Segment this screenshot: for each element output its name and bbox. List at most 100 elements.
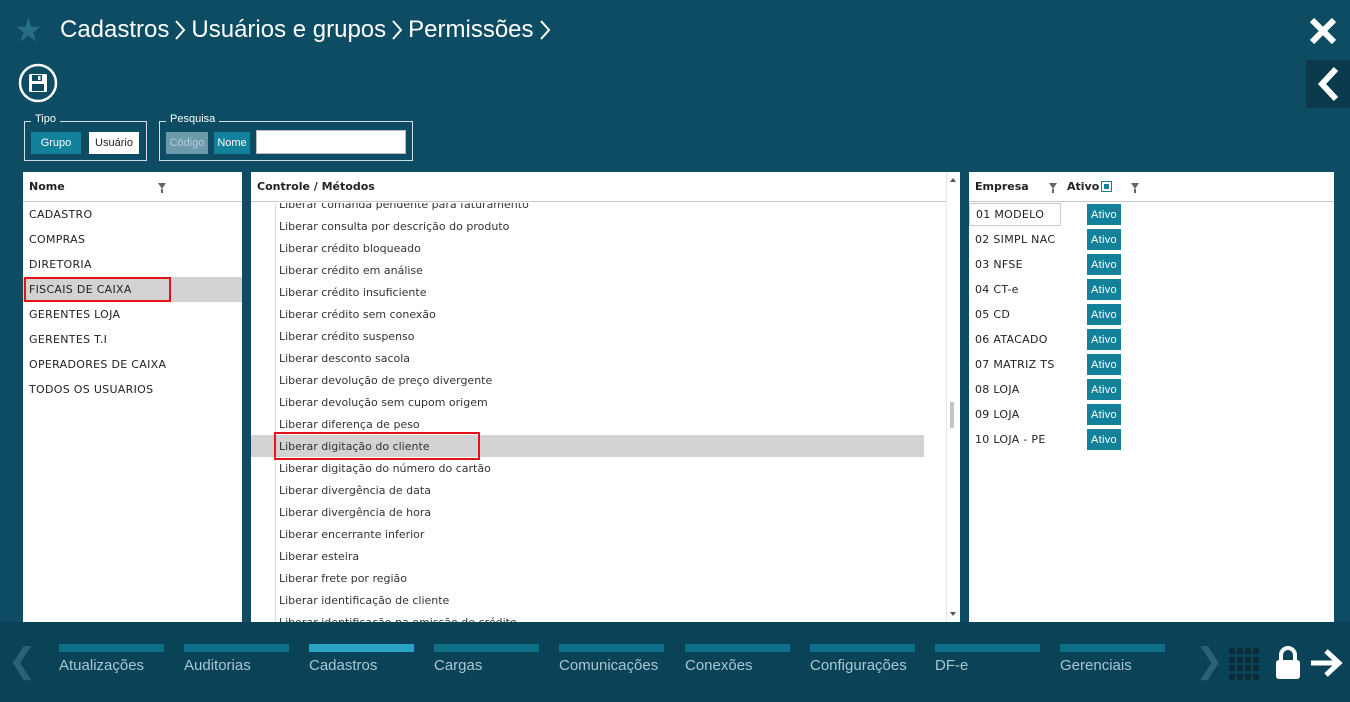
ativo-toggle[interactable]: Ativo bbox=[1087, 354, 1121, 375]
chevron-right-icon bbox=[386, 14, 408, 46]
nome-list-item[interactable]: GERENTES LOJA bbox=[23, 302, 242, 327]
method-list-item[interactable]: Liberar digitação do cliente bbox=[251, 432, 924, 460]
method-list-item[interactable]: Liberar frete por região bbox=[251, 567, 946, 589]
controle-panel: Controle / Métodos Liberar comanda pende… bbox=[251, 172, 960, 622]
empresa-panel: Empresa Ativo 01 MODELO Ativo 02 SIMPL NAC… bbox=[969, 172, 1334, 622]
close-icon[interactable] bbox=[1306, 14, 1340, 48]
scroll-down-icon[interactable] bbox=[950, 612, 956, 616]
method-list-item[interactable]: Liberar comanda pendente para faturament… bbox=[251, 203, 946, 215]
nome-button[interactable]: Nome bbox=[214, 132, 250, 154]
ativo-toggle[interactable]: Ativo bbox=[1087, 204, 1121, 225]
empresa-row: 04 CT-e Ativo bbox=[969, 277, 1334, 302]
method-list-item[interactable]: Liberar esteira bbox=[251, 545, 946, 567]
nome-list-item[interactable]: DIRETORIA bbox=[23, 252, 242, 277]
empresa-row: 08 LOJA Ativo bbox=[969, 377, 1334, 402]
scroll-up-icon[interactable] bbox=[950, 178, 956, 182]
nav-tab-bar bbox=[59, 644, 164, 652]
method-label: Liberar crédito bloqueado bbox=[279, 241, 421, 255]
breadcrumb-item-cadastros[interactable]: Cadastros bbox=[60, 16, 169, 44]
nome-list-item[interactable]: TODOS OS USUARIOS bbox=[23, 377, 242, 402]
nav-tab-bar bbox=[810, 644, 915, 652]
empresa-row: 09 LOJA Ativo bbox=[969, 402, 1334, 427]
method-list-item[interactable]: Liberar crédito sem conexão bbox=[251, 303, 946, 325]
chevron-right-icon bbox=[169, 14, 191, 46]
method-list-item[interactable]: Liberar devolução de preço divergente bbox=[251, 369, 946, 391]
codigo-button[interactable]: Código bbox=[166, 132, 208, 154]
apps-grid-icon[interactable] bbox=[1229, 648, 1261, 680]
filter-icon[interactable] bbox=[1049, 183, 1057, 193]
empresa-name[interactable]: 08 LOJA bbox=[969, 378, 1061, 401]
ativo-toggle[interactable]: Ativo bbox=[1087, 229, 1121, 250]
method-label: Liberar consulta por descrição do produt… bbox=[279, 219, 510, 233]
ativo-toggle[interactable]: Ativo bbox=[1087, 279, 1121, 300]
nav-tab-label: Auditorias bbox=[184, 657, 251, 674]
empresa-list: 01 MODELO Ativo 02 SIMPL NAC Ativo 03 NFSE At… bbox=[969, 202, 1334, 452]
search-input[interactable] bbox=[256, 130, 406, 154]
method-list-item[interactable]: Liberar devolução sem cupom origem bbox=[251, 391, 946, 413]
nav-tab-bar bbox=[184, 644, 289, 652]
method-list-item[interactable]: Liberar encerrante inferior bbox=[251, 523, 946, 545]
method-list-item[interactable]: Liberar digitação do número do cartão bbox=[251, 457, 946, 479]
pesquisa-group: Pesquisa Código Nome bbox=[159, 113, 413, 161]
empresa-name[interactable]: 01 MODELO bbox=[969, 203, 1061, 226]
nome-list-item[interactable]: OPERADORES DE CAIXA bbox=[23, 352, 242, 377]
lock-icon[interactable] bbox=[1273, 645, 1303, 681]
nome-list-item[interactable]: FISCAIS DE CAIXA bbox=[23, 277, 242, 302]
nome-list: CADASTRO COMPRAS DIRETORIA FISCAIS DE CAIXA… bbox=[23, 202, 242, 402]
nome-list-item[interactable]: GERENTES T.I bbox=[23, 327, 242, 352]
method-label: Liberar encerrante inferior bbox=[279, 527, 425, 541]
filter-icon[interactable] bbox=[158, 183, 166, 193]
breadcrumb-item-usuarios-grupos[interactable]: Usuários e grupos bbox=[191, 16, 386, 44]
method-label: Liberar crédito sem conexão bbox=[279, 307, 436, 321]
method-label: Liberar crédito suspenso bbox=[279, 329, 415, 343]
method-list-item[interactable]: Liberar identificação de cliente bbox=[251, 589, 946, 611]
method-label: Liberar diferença de peso bbox=[279, 417, 420, 431]
method-list-item[interactable]: Liberar divergência de hora bbox=[251, 501, 946, 523]
tipo-legend: Tipo bbox=[31, 113, 60, 125]
nome-list-item[interactable]: CADASTRO bbox=[23, 202, 242, 227]
ativo-toggle[interactable]: Ativo bbox=[1087, 254, 1121, 275]
nav-next-icon[interactable]: ❯ bbox=[1195, 644, 1224, 678]
nav-tab-label: Atualizações bbox=[59, 657, 145, 674]
method-list-item[interactable]: Liberar crédito em análise bbox=[251, 259, 946, 281]
empresa-name[interactable]: 03 NFSE bbox=[969, 253, 1061, 276]
method-label: Liberar divergência de hora bbox=[279, 505, 432, 519]
controle-scrollbar[interactable] bbox=[946, 172, 960, 622]
method-list-item[interactable]: Liberar desconto sacola bbox=[251, 347, 946, 369]
nav-tab-label: Gerenciais bbox=[1060, 657, 1132, 674]
ativo-toggle[interactable]: Ativo bbox=[1087, 429, 1121, 450]
scroll-thumb[interactable] bbox=[950, 402, 954, 428]
ativo-toggle[interactable]: Ativo bbox=[1087, 304, 1121, 325]
empresa-name[interactable]: 10 LOJA - PE bbox=[969, 428, 1061, 451]
usuario-button[interactable]: Usuário bbox=[89, 132, 139, 154]
grupo-button[interactable]: Grupo bbox=[31, 132, 81, 154]
ativo-toggle[interactable]: Ativo bbox=[1087, 404, 1121, 425]
empresa-name[interactable]: 06 ATACADO bbox=[969, 328, 1061, 351]
method-list-item[interactable]: Liberar identificação na emissão de créd… bbox=[251, 611, 946, 623]
method-list-item[interactable]: Liberar crédito bloqueado bbox=[251, 237, 946, 259]
nav-prev-icon[interactable]: ❮ bbox=[8, 644, 37, 678]
method-list-item[interactable]: Liberar crédito suspenso bbox=[251, 325, 946, 347]
breadcrumb-item-permissoes[interactable]: Permissões bbox=[408, 16, 533, 44]
back-chevron-icon[interactable] bbox=[1306, 60, 1350, 108]
method-list-item[interactable]: Liberar crédito insuficiente bbox=[251, 281, 946, 303]
filter-icon[interactable] bbox=[1131, 183, 1139, 193]
method-list-item[interactable]: Liberar divergência de data bbox=[251, 479, 946, 501]
empresa-name[interactable]: 05 CD bbox=[969, 303, 1061, 326]
exit-arrow-icon[interactable] bbox=[1309, 648, 1343, 678]
empresa-name[interactable]: 09 LOJA bbox=[969, 403, 1061, 426]
ativo-toggle[interactable]: Ativo bbox=[1087, 329, 1121, 350]
method-label: Liberar frete por região bbox=[279, 571, 408, 585]
save-icon[interactable] bbox=[18, 63, 58, 103]
method-list-item[interactable]: Liberar consulta por descrição do produt… bbox=[251, 215, 946, 237]
ativo-all-checkbox[interactable] bbox=[1101, 181, 1112, 192]
nome-list-item[interactable]: COMPRAS bbox=[23, 227, 242, 252]
ativo-toggle[interactable]: Ativo bbox=[1087, 379, 1121, 400]
method-list-item[interactable]: Liberar diferença de peso bbox=[251, 413, 946, 435]
nav-tab-label: Comunicações bbox=[559, 657, 659, 674]
favorite-star-icon[interactable]: ★ bbox=[14, 14, 43, 46]
empresa-name[interactable]: 04 CT-e bbox=[969, 278, 1061, 301]
empresa-name[interactable]: 02 SIMPL NAC bbox=[969, 228, 1061, 251]
method-label: Liberar devolução sem cupom origem bbox=[279, 395, 488, 409]
empresa-name[interactable]: 07 MATRIZ TS bbox=[969, 353, 1061, 376]
